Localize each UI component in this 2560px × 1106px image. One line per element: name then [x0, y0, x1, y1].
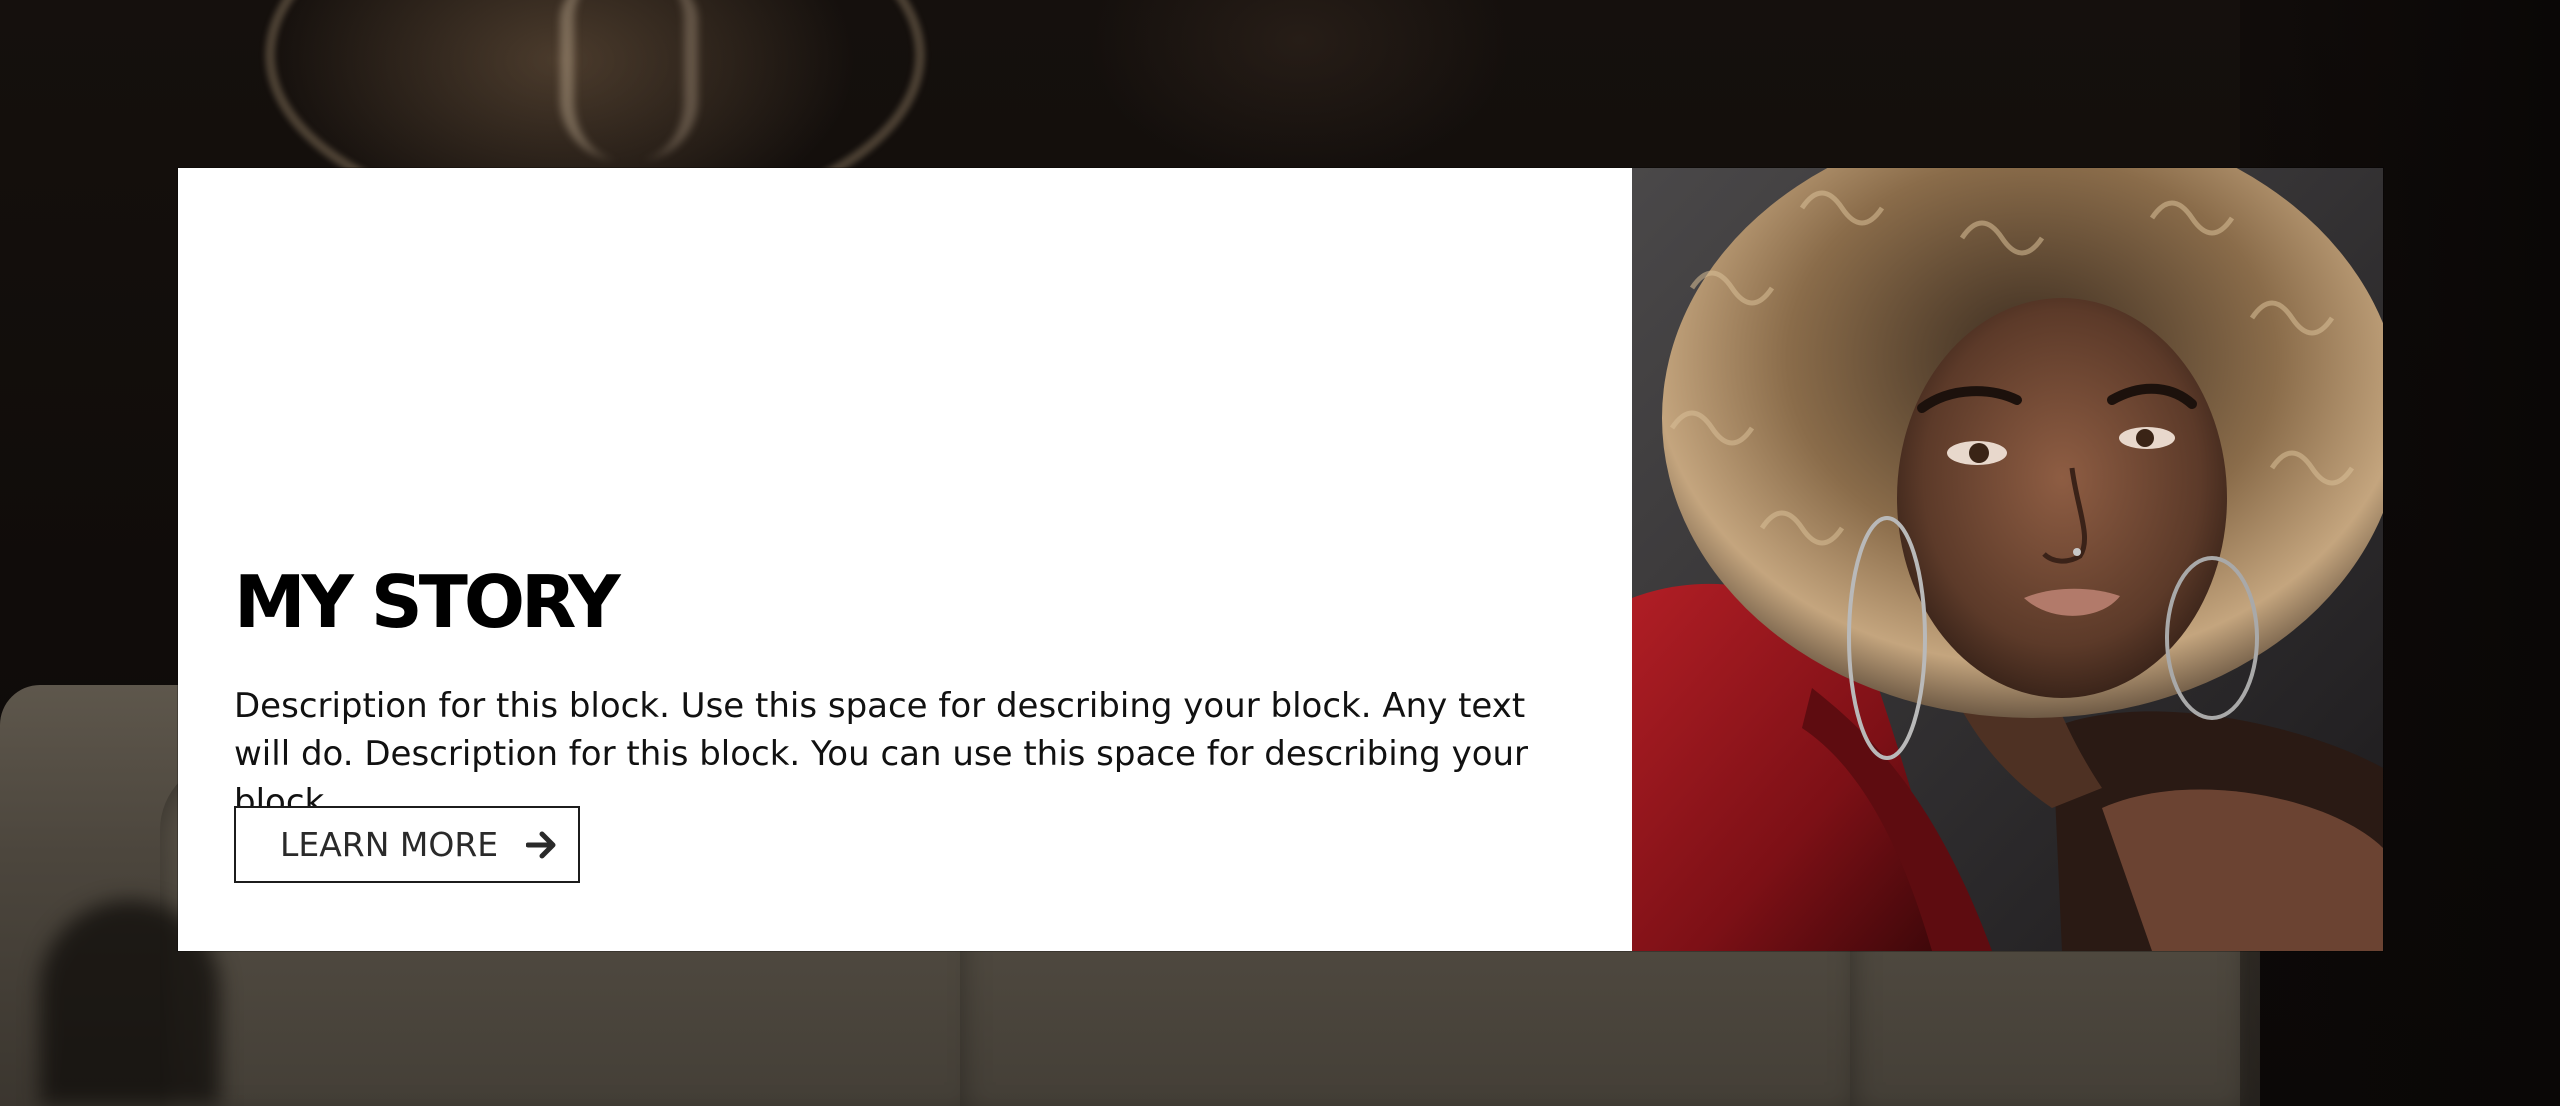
arrow-right-icon [526, 830, 558, 860]
portrait-photo [1632, 168, 2383, 951]
neon-sign-glyph [560, 0, 698, 160]
story-card: MY STORY Description for this block. Use… [178, 168, 2383, 951]
learn-more-button[interactable]: LEARN MORE [234, 806, 580, 883]
learn-more-label: LEARN MORE [280, 825, 499, 864]
story-card-body: MY STORY Description for this block. Use… [178, 168, 1632, 951]
story-description: Description for this block. Use this spa… [234, 686, 1529, 822]
story-title: MY STORY [234, 560, 621, 644]
